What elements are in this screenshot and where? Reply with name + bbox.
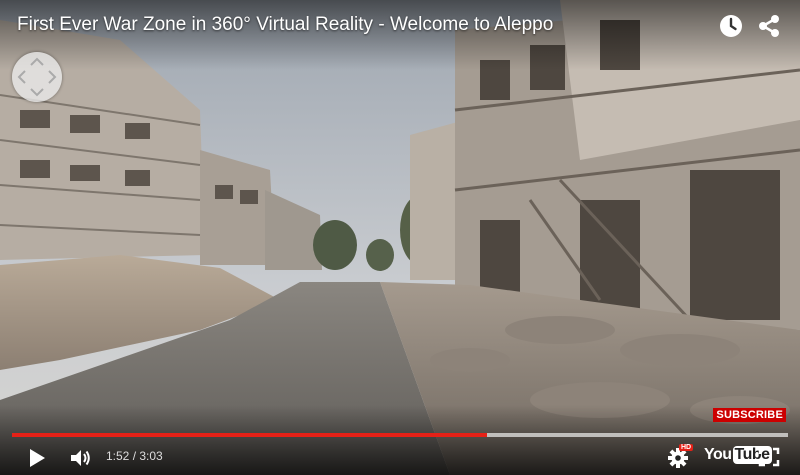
play-icon bbox=[30, 449, 45, 467]
play-button[interactable] bbox=[28, 448, 46, 473]
watch-later-button[interactable] bbox=[717, 12, 745, 40]
duration: 3:03 bbox=[139, 449, 163, 463]
video-player[interactable]: First Ever War Zone in 360° Virtual Real… bbox=[0, 0, 800, 475]
volume-button[interactable] bbox=[70, 448, 92, 473]
pan-control[interactable] bbox=[12, 52, 62, 102]
progress-bar[interactable] bbox=[12, 433, 788, 437]
share-icon bbox=[759, 15, 779, 37]
share-button[interactable] bbox=[755, 12, 783, 40]
current-time: 1:52 bbox=[106, 449, 130, 463]
fullscreen-icon bbox=[758, 447, 780, 467]
progress-played bbox=[12, 433, 487, 437]
clock-icon bbox=[720, 15, 742, 37]
video-frame[interactable] bbox=[0, 0, 800, 475]
subscribe-watermark[interactable]: SUBSCRIBE bbox=[713, 408, 786, 422]
youtube-logo-you: You bbox=[704, 446, 732, 463]
settings-button[interactable] bbox=[667, 447, 689, 474]
volume-icon bbox=[71, 450, 90, 466]
pan-arrows-icon bbox=[17, 57, 57, 97]
time-display: 1:52 / 3:03 bbox=[106, 449, 163, 463]
video-title[interactable]: First Ever War Zone in 360° Virtual Real… bbox=[17, 14, 553, 36]
time-separator: / bbox=[129, 449, 140, 463]
fullscreen-button[interactable] bbox=[758, 447, 780, 472]
hd-badge: HD bbox=[679, 444, 694, 451]
